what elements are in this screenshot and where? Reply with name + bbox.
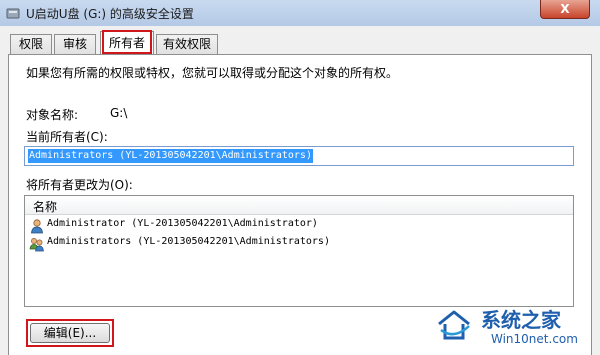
house-logo-icon: [438, 310, 470, 340]
list-header-name: 名称: [33, 200, 58, 214]
tab-auditing[interactable]: 审核: [54, 34, 96, 54]
close-icon: X: [560, 2, 570, 16]
list-item-label: Administrator (YL-201305042201\Administr…: [47, 218, 318, 229]
close-button[interactable]: X: [540, 0, 590, 19]
object-name-label: 对象名称:: [26, 108, 79, 122]
edit-button-highlight-box: [26, 319, 114, 347]
tab-label: 有效权限: [162, 37, 211, 51]
watermark-site: Win10net.com: [491, 332, 578, 346]
tab-permissions[interactable]: 权限: [10, 34, 52, 54]
tab-label: 权限: [18, 37, 43, 51]
watermark: 系统之家 Win10net.com: [435, 300, 600, 355]
tab-effective-permissions[interactable]: 有效权限: [156, 34, 218, 54]
current-owner-value: Administrators (YL-201305042201\Administ…: [28, 149, 313, 163]
window-title: U启动U盘 (G:) 的高级安全设置: [26, 7, 194, 21]
change-owner-list[interactable]: 名称 Administrator (YL-201305042201\Admini…: [24, 195, 574, 307]
change-owner-label: 将所有者更改为(O):: [26, 178, 133, 192]
list-item-label: Administrators (YL-201305042201\Administ…: [47, 236, 330, 247]
user-group-icon: [29, 238, 44, 252]
user-icon: [31, 219, 43, 234]
current-owner-label: 当前所有者(C):: [26, 130, 108, 144]
list-item[interactable]: Administrators (YL-201305042201\Administ…: [29, 235, 569, 253]
title-bar: U启动U盘 (G:) 的高级安全设置 X: [0, 0, 600, 26]
tab-highlight-box: [102, 30, 152, 54]
current-owner-field[interactable]: Administrators (YL-201305042201\Administ…: [24, 146, 574, 166]
watermark-brand: 系统之家: [481, 308, 561, 332]
drive-icon: [6, 8, 20, 19]
list-item[interactable]: Administrator (YL-201305042201\Administr…: [29, 217, 569, 235]
info-text: 如果您有所需的权限或特权，您就可以取得或分配这个对象的所有权。: [26, 66, 399, 80]
object-name-value: G:\: [110, 106, 128, 120]
tab-label: 审核: [62, 37, 87, 51]
list-header[interactable]: 名称: [25, 196, 573, 215]
